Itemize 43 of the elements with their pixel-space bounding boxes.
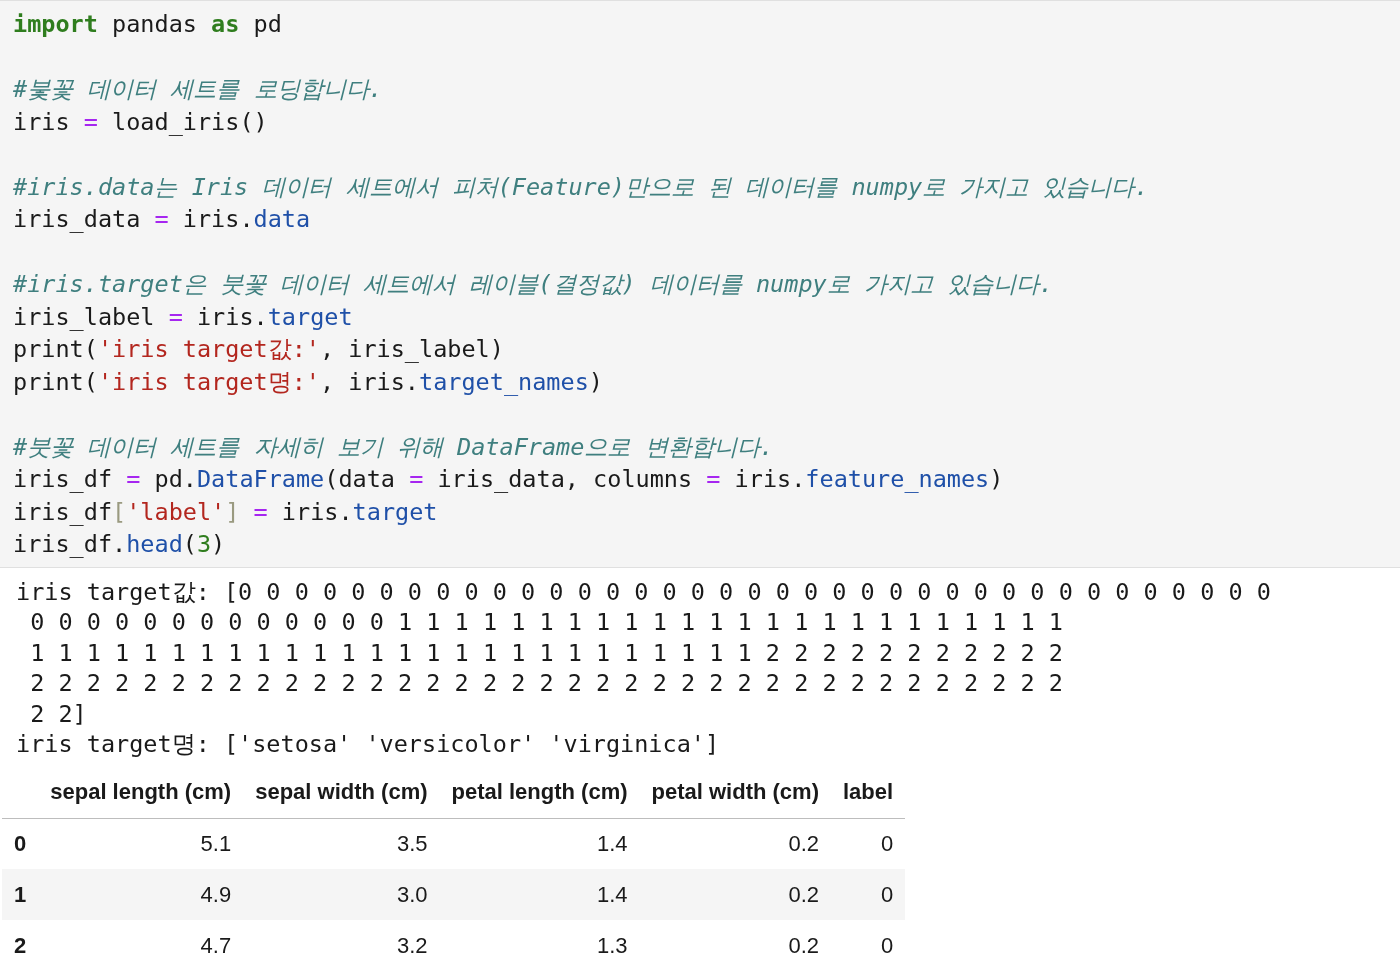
row-index: 0 xyxy=(2,818,39,870)
table-cell: 1.4 xyxy=(439,818,640,870)
code-line: iris = load_iris() xyxy=(13,106,268,138)
code-line: iris_label = iris.target xyxy=(13,301,353,333)
code-line: #붗꽃 데이터 세트를 로딩합니다. xyxy=(13,74,383,105)
output-line: iris target값: [0 0 0 0 0 0 0 0 0 0 0 0 0 0 0 0 0 0 0 0 0 0 0 0 0 0 0 0 0 0 0 0 0 0 0 0 0 xyxy=(16,576,1271,608)
row-index: 1 xyxy=(2,869,39,921)
table-cell: 0.2 xyxy=(639,818,831,870)
table-cell: 0 xyxy=(831,920,906,972)
table-cell: 0.2 xyxy=(639,869,831,921)
table-cell: 3.5 xyxy=(243,818,440,870)
table-cell: 3.2 xyxy=(243,920,440,972)
code-line: #iris.target은 붓꽃 데이터 세트에서 레이블(결정값) 데이터를 numpy로 가지고 있습니다. xyxy=(13,269,1054,300)
code-line: import pandas as pd xyxy=(13,9,282,40)
code-line: iris_df['label'] = iris.target xyxy=(13,496,438,528)
column-header: petal width (cm) xyxy=(639,766,831,819)
column-header: sepal width (cm) xyxy=(243,766,440,819)
table-cell: 0 xyxy=(831,869,906,921)
code-line: print('iris target명:', iris.target_names) xyxy=(13,366,603,398)
table-cell: 4.9 xyxy=(38,869,244,921)
output-line: 2 2] xyxy=(29,698,87,730)
table-cell: 0.2 xyxy=(639,920,831,972)
column-header: sepal length (cm) xyxy=(38,766,244,819)
code-line: #붓꽃 데이터 세트를 자세히 보기 위해 DataFrame으로 변환합니다. xyxy=(13,431,774,463)
code-cell[interactable] xyxy=(0,0,1400,568)
output-line: 0 0 0 0 0 0 0 0 0 0 0 0 0 1 1 1 1 1 1 1 1 1 1 1 1 1 1 1 1 1 1 1 1 1 1 1 1 xyxy=(29,607,1063,638)
table-cell: 1.3 xyxy=(439,920,640,972)
column-header: label xyxy=(831,766,906,819)
code-line: print('iris target값:', iris_label) xyxy=(13,334,504,365)
code-line: iris_data = iris.data xyxy=(13,204,311,235)
table-cell: 0 xyxy=(831,818,906,870)
output-line: 2 2 2 2 2 2 2 2 2 2 2 2 2 2 2 2 2 2 2 2 2 2 2 2 2 2 2 2 2 2 2 2 2 2 2 2 2 xyxy=(29,668,1063,699)
code-line: iris_df = pd.DataFrame(data = iris_data, columns = iris.feature_names) xyxy=(13,464,1004,495)
table-cell: 3.0 xyxy=(243,869,440,921)
row-index: 2 xyxy=(2,920,39,972)
table-cell: 5.1 xyxy=(38,818,244,870)
table-cell: 1.4 xyxy=(439,869,640,921)
code-line: #iris.data는 Iris 데이터 세트에서 피처(Feature)만으로 된 데이터를 numpy로 가지고 있습니다. xyxy=(13,171,1149,203)
output-line: iris target명: ['setosa' 'versicolor' 'virginica'] xyxy=(16,729,720,761)
code-line: iris_df.head(3) xyxy=(13,529,226,560)
column-header: petal length (cm) xyxy=(439,766,640,819)
output-line: 1 1 1 1 1 1 1 1 1 1 1 1 1 1 1 1 1 1 1 1 1 1 1 1 1 1 2 2 2 2 2 2 2 2 2 2 2 xyxy=(29,637,1063,669)
table-cell: 4.7 xyxy=(38,920,244,972)
